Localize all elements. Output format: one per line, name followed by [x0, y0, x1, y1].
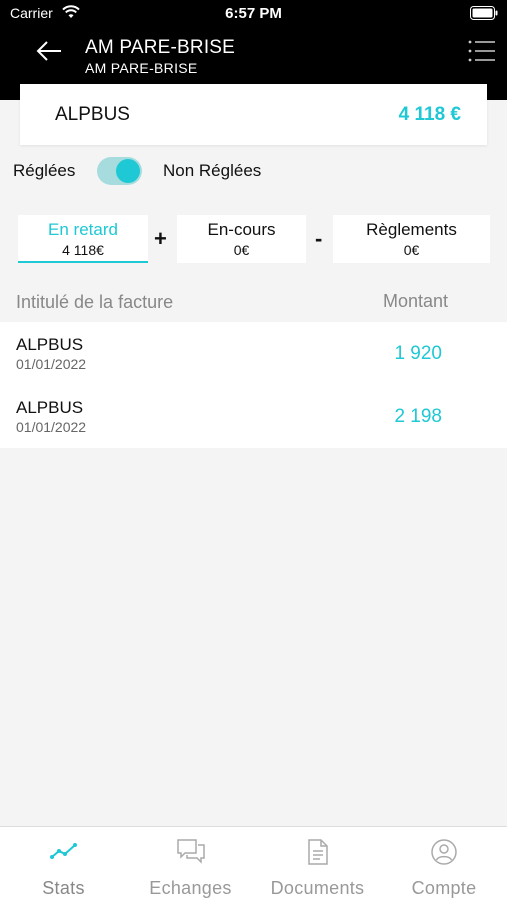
tab-label: Règlements — [366, 220, 457, 239]
nav-documents[interactable]: Documents — [254, 827, 381, 900]
invoice-amount: 2 198 — [394, 406, 442, 427]
page-subtitle: AM PARE-BRISE — [85, 60, 198, 76]
nav-label: Compte — [411, 878, 477, 898]
summary-client-name: ALPBUS — [55, 104, 130, 125]
nav-label: Echanges — [149, 878, 232, 898]
tab-en-retard[interactable]: En retard 4 118€ — [18, 215, 148, 263]
plus-operator: + — [154, 226, 167, 251]
invoice-date: 01/01/2022 — [16, 419, 87, 435]
arrow-left-icon — [36, 41, 61, 61]
tab-en-cours[interactable]: En-cours 0€ — [177, 215, 306, 263]
battery-icon — [470, 6, 498, 25]
invoice-name: ALPBUS — [16, 398, 84, 417]
minus-operator: - — [315, 226, 323, 251]
page-title: AM PARE-BRISE — [85, 37, 236, 58]
invoice-row[interactable]: ALPBUS 01/01/2022 1 920 — [0, 322, 507, 385]
menu-button[interactable] — [467, 38, 497, 64]
document-icon — [306, 838, 330, 871]
invoice-name: ALPBUS — [16, 335, 84, 354]
nav-label: Stats — [42, 878, 85, 898]
clock: 6:57 PM — [225, 5, 282, 22]
user-circle-icon — [430, 838, 458, 871]
settled-toggle[interactable] — [97, 157, 142, 185]
toggle-label-settled: Réglées — [13, 161, 76, 180]
list-menu-icon — [468, 40, 495, 62]
chart-line-icon — [49, 838, 79, 869]
invoice-date: 01/01/2022 — [16, 356, 87, 372]
invoice-amount: 1 920 — [394, 343, 442, 364]
column-header-title: Intitulé de la facture — [16, 292, 174, 312]
tab-value: 0€ — [233, 242, 250, 258]
toggle-knob — [116, 159, 140, 183]
tab-value: 0€ — [403, 242, 420, 258]
tab-value: 4 118€ — [62, 242, 104, 258]
tab-label: En-cours — [207, 220, 276, 239]
invoice-list: ALPBUS 01/01/2022 1 920 ALPBUS 01/01/202… — [0, 322, 507, 448]
summary-card: ALPBUS 4 118 € — [20, 84, 487, 145]
summary-total-amount: 4 118 € — [398, 104, 461, 125]
status-bar: Carrier 6:57 PM — [0, 0, 507, 28]
tab-label: En retard — [48, 220, 118, 239]
toggle-label-unsettled: Non Réglées — [163, 161, 262, 180]
back-button[interactable] — [34, 36, 64, 66]
nav-stats[interactable]: Stats — [0, 827, 127, 900]
tab-reglements[interactable]: Règlements 0€ — [333, 215, 490, 263]
chat-bubbles-icon — [176, 838, 206, 871]
column-header-amount: Montant — [383, 291, 449, 311]
bottom-tab-bar: Stats Echanges Documents Compte — [0, 826, 507, 900]
nav-compte[interactable]: Compte — [381, 827, 507, 900]
nav-label: Documents — [270, 878, 365, 898]
nav-echanges[interactable]: Echanges — [127, 827, 254, 900]
invoice-row[interactable]: ALPBUS 01/01/2022 2 198 — [0, 385, 507, 448]
settled-toggle-row: Réglées Non Réglées — [0, 155, 507, 187]
